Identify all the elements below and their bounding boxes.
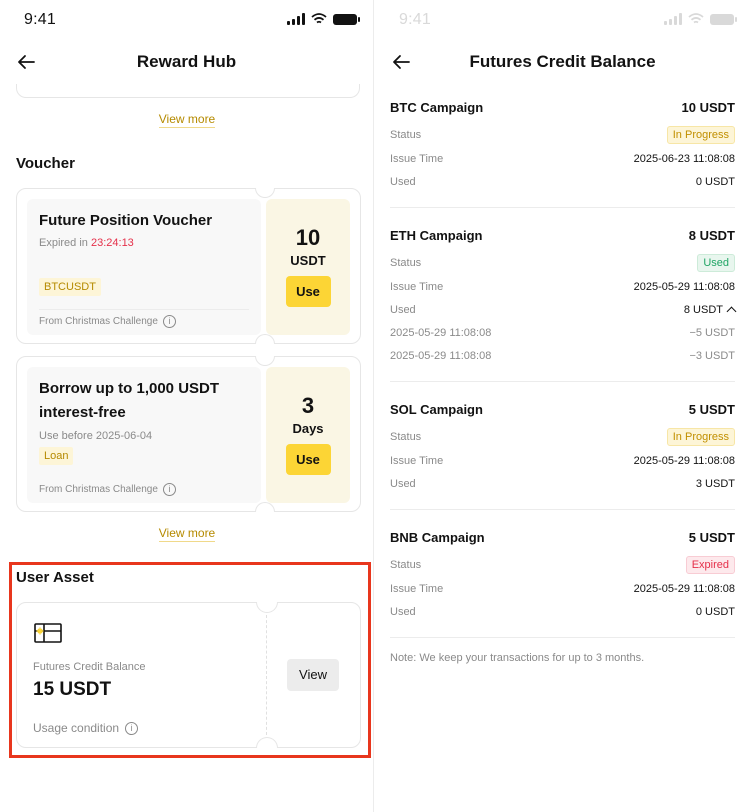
battery-icon <box>333 13 360 25</box>
view-more-link-bottom[interactable]: View more <box>0 526 373 542</box>
voucher-card[interactable]: Future Position Voucher Expired in 23:24… <box>16 188 361 344</box>
voucher-title: Future Position Voucher <box>39 212 213 229</box>
view-more-link-top[interactable]: View more <box>0 112 373 128</box>
issue-time: 2025-05-29 11:08:08 <box>633 281 735 293</box>
nav-bar: Futures Credit Balance <box>375 40 750 84</box>
voucher-tag: BTCUSDT <box>39 278 101 296</box>
voucher-unit: Days <box>292 421 324 436</box>
user-asset-card[interactable]: Futures Credit Balance 15 USDT Usage con… <box>16 602 361 748</box>
campaign-amount: 5 USDT <box>688 401 735 417</box>
campaign-name: SOL Campaign <box>390 401 483 417</box>
used-amount: 8 USDT <box>683 304 723 316</box>
voucher-amount: 10 <box>295 225 321 250</box>
futures-credit-balance-screen: 9:41 Futures Credit Balance BTC Campaign… <box>375 0 750 812</box>
info-icon[interactable]: i <box>162 483 176 496</box>
voucher-tag: Loan <box>39 447 74 465</box>
used-amount: 3 USDT <box>695 478 735 490</box>
info-icon[interactable]: i <box>162 315 176 328</box>
campaign-name: BTC Campaign <box>390 99 484 115</box>
campaign-amount: 8 USDT <box>688 227 735 243</box>
asset-label: Futures Credit Balance <box>33 661 146 673</box>
credit-card-icon <box>34 623 62 643</box>
view-button[interactable]: View <box>287 659 339 691</box>
signal-icon <box>664 13 682 25</box>
retention-note: Note: We keep your transactions for up t… <box>390 652 645 664</box>
voucher-value-panel: 3 Days Use <box>266 367 350 503</box>
usage-detail-row: 2025-05-29 11:08:08 −5 USDT <box>390 327 735 339</box>
campaign-amount: 10 USDT <box>681 99 735 115</box>
use-button[interactable]: Use <box>285 444 331 475</box>
info-icon[interactable]: i <box>125 721 139 735</box>
issue-time: 2025-05-29 11:08:08 <box>633 583 735 595</box>
asset-value: 15 USDT <box>33 679 112 700</box>
voucher-card[interactable]: Borrow up to 1,000 USDT interest-free Us… <box>16 356 361 512</box>
campaign-amount: 5 USDT <box>688 529 735 545</box>
wifi-icon <box>688 13 704 24</box>
used-amount: 0 USDT <box>695 176 735 188</box>
voucher-source: From Christmas Challenge i <box>39 315 176 328</box>
battery-icon <box>710 13 737 25</box>
page-title: Reward Hub <box>136 52 237 71</box>
previous-card-edge <box>16 84 360 98</box>
voucher-source: From Christmas Challenge i <box>39 483 176 496</box>
issue-time: 2025-06-23 11:08:08 <box>633 153 735 165</box>
status-bar: 9:41 <box>375 0 750 40</box>
status-time: 9:41 <box>24 11 56 28</box>
voucher-title-line1: Borrow up to 1,000 USDT <box>39 380 220 397</box>
voucher-expiry: Use before 2025-06-04 <box>39 430 153 442</box>
voucher-title-line2: interest-free <box>39 404 126 421</box>
voucher-section-title: Voucher <box>16 155 75 172</box>
used-amount: 0 USDT <box>695 606 735 618</box>
issue-time: 2025-05-29 11:08:08 <box>633 455 735 467</box>
chevron-up-icon[interactable] <box>726 306 737 317</box>
voucher-amount: 3 <box>301 393 315 418</box>
voucher-value-panel: 10 USDT Use <box>266 199 350 335</box>
user-asset-section-title: User Asset <box>16 569 94 586</box>
status-bar: 9:41 <box>0 0 373 40</box>
campaign-name: ETH Campaign <box>390 227 483 243</box>
reward-hub-screen: 9:41 Reward Hub View more Voucher Future… <box>0 0 374 812</box>
status-badge: Expired <box>685 556 735 574</box>
voucher-expiry: Expired in 23:24:13 <box>39 237 134 249</box>
status-badge: Used <box>697 254 735 272</box>
countdown: 23:24:13 <box>90 237 134 249</box>
usage-detail-row: 2025-05-29 11:08:08 −3 USDT <box>390 350 735 362</box>
page-title: Futures Credit Balance <box>469 52 656 71</box>
status-badge: In Progress <box>666 126 735 144</box>
status-badge: In Progress <box>666 428 735 446</box>
use-button[interactable]: Use <box>285 276 331 307</box>
nav-bar: Reward Hub <box>0 40 373 84</box>
wifi-icon <box>311 13 327 24</box>
used-toggle[interactable]: Used 8 USDT <box>390 299 737 321</box>
signal-icon <box>287 13 305 25</box>
status-time: 9:41 <box>399 11 431 28</box>
usage-condition[interactable]: Usage condition i <box>33 721 139 735</box>
campaign-name: BNB Campaign <box>390 529 485 545</box>
voucher-unit: USDT <box>290 253 326 268</box>
